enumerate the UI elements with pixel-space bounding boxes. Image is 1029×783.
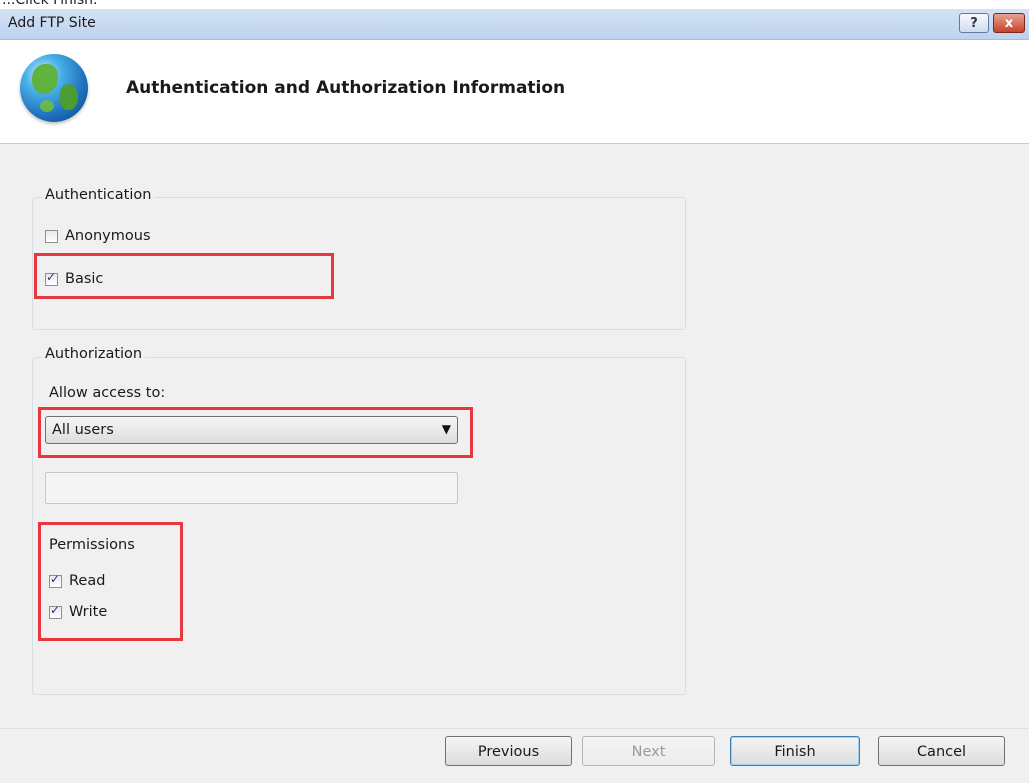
help-button[interactable]: ? [959,13,989,33]
anonymous-label: Anonymous [65,228,151,244]
dropdown-arrow-icon: ▼ [441,422,451,436]
globe-icon [20,54,88,122]
basic-label: Basic [65,271,104,287]
footer-separator [0,728,1029,729]
anonymous-checkbox[interactable] [45,229,58,243]
allow-access-value: All users [52,422,114,438]
write-option[interactable]: Write [49,602,107,622]
read-label: Read [69,573,106,589]
help-icon: ? [970,16,978,31]
page-header: Authentication and Authorization Informa… [0,40,1029,144]
caption-strip: ...Click Finish. [0,0,1029,9]
add-ftp-site-dialog: Add FTP Site ? x Authentication and Auth… [0,9,1029,783]
finish-button[interactable]: Finish [730,736,860,766]
read-option[interactable]: Read [49,571,105,591]
page-title: Authentication and Authorization Informa… [126,78,566,98]
title-bar: Add FTP Site ? x [0,9,1029,40]
allow-access-label: Allow access to: [49,385,166,401]
write-checkbox[interactable] [49,603,62,619]
close-button[interactable]: x [993,13,1025,33]
authentication-group [32,197,686,330]
next-button[interactable]: Next [582,736,715,766]
basic-option[interactable]: Basic [45,269,103,289]
users-roles-input[interactable] [45,472,458,504]
read-checkbox[interactable] [49,572,62,588]
authentication-legend: Authentication [42,187,155,203]
close-icon: x [1004,16,1014,31]
authorization-legend: Authorization [42,346,146,362]
allow-access-dropdown[interactable]: All users ▼ [45,416,458,444]
caption-text: ...Click Finish. [2,0,98,8]
write-label: Write [69,604,108,620]
basic-checkbox[interactable] [45,270,58,286]
window-title: Add FTP Site [8,15,96,31]
cancel-button[interactable]: Cancel [878,736,1005,766]
anonymous-option[interactable]: Anonymous [45,226,151,246]
permissions-label: Permissions [49,537,135,553]
authorization-group [32,357,686,695]
previous-button[interactable]: Previous [445,736,572,766]
